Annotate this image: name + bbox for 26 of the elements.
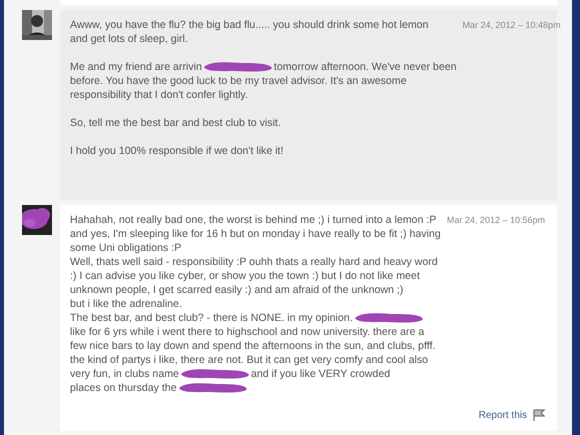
message-text: tomorrow afternoon. We've never been: [274, 60, 456, 74]
message-text: The best bar, and best club? - there is NONE. in my opinion.: [70, 311, 353, 325]
post-date: Mar 24, 2012 – 10:56pm: [446, 214, 545, 227]
message-text: Well, thats well said - responsibility :P ouhh thats a really hard and heavy word: [70, 255, 438, 269]
message-text: I hold you 100% responsible if we don't like it!: [70, 144, 284, 158]
message-text: few nice bars to lay down and spend the afternoons in the sun, and clubs, pfff.: [70, 339, 436, 353]
message-text: like for 6 yrs while i went there to highschool and now university. there are a: [70, 325, 424, 339]
message-text: :) I can advise you like cyber, or show you the town :) but I do not like meet: [70, 269, 420, 283]
message-text: the kind of partys i like, there are not. But it can get very comfy and cool also: [70, 353, 428, 367]
message-text: and yes, I'm sleeping like for 16 h but on monday i have really to be fit ;) having: [70, 227, 441, 241]
message-text: So, tell me the best bar and best club to visit.: [70, 116, 281, 130]
message-text: unknown people, I get scarred easily :) and am afraid of the unknown ;): [70, 283, 404, 297]
message-text: Awww, you have the flu? the big bad flu..... you should drink some hot lemon: [70, 18, 428, 32]
report-link[interactable]: Report this: [478, 409, 545, 421]
message-text: before. You have the good luck to be my travel advisor. It's an awesome: [70, 74, 407, 88]
message-text: but i like the adrenaline.: [70, 297, 182, 311]
message-text: and if you like VERY crowded: [250, 367, 390, 381]
message-text: places on thursday the: [70, 381, 177, 395]
message-text: responsibility that I don't confer lightly.: [70, 88, 248, 102]
post-date: Mar 24, 2012 – 10:48pm: [462, 19, 561, 32]
flag-icon: [533, 409, 545, 421]
message-text: Me and my friend are arrivin: [70, 60, 202, 74]
message-text: and get lots of sleep, girl.: [70, 32, 188, 46]
message-text: Hahahah, not really bad one, the worst is behind me ;) i turned into a lemon :P: [70, 213, 436, 227]
message-text: some Uni obligations :P: [70, 241, 182, 255]
message-text: very fun, in clubs name: [70, 367, 179, 381]
